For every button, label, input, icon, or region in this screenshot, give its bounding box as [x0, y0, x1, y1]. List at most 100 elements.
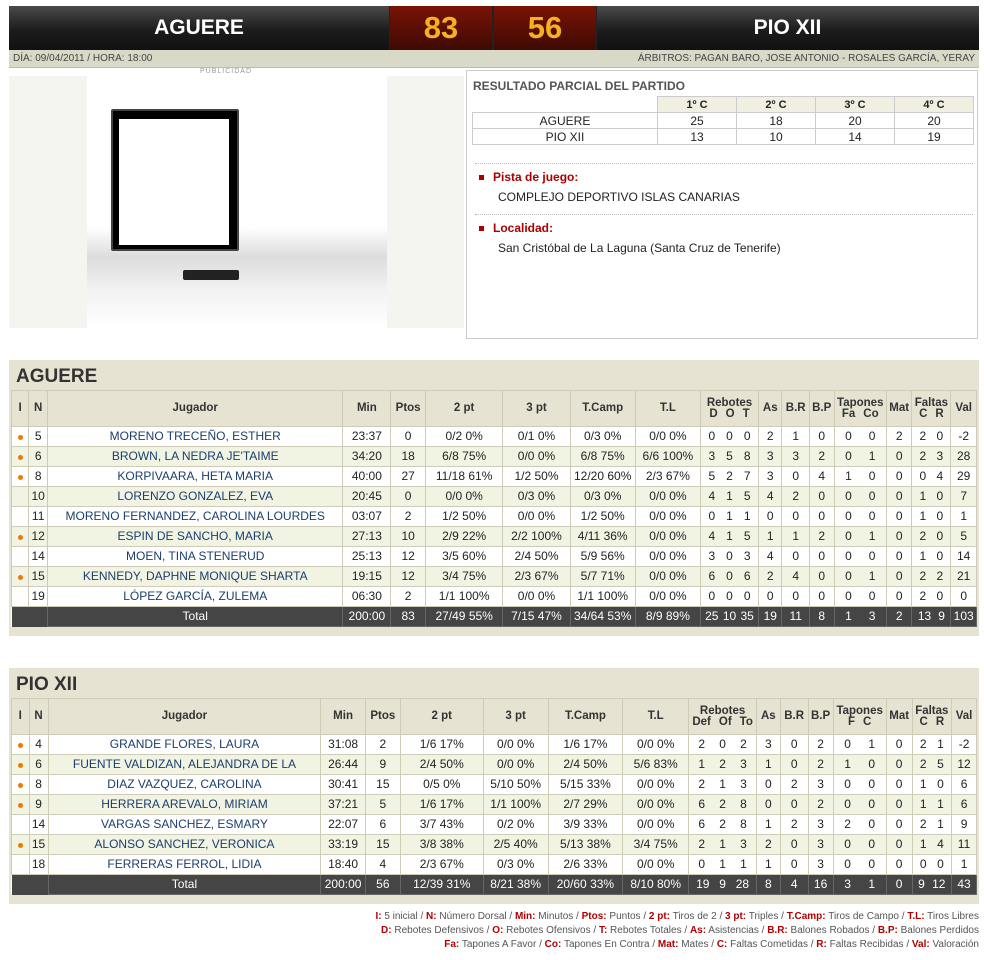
stat-val: 21: [950, 566, 977, 587]
col-header-rebounds-subheaders: DOT: [703, 408, 756, 420]
player-name[interactable]: LÓPEZ GARCÍA, ZULEMA: [47, 586, 344, 607]
rebound-d: 0: [708, 429, 716, 443]
partial-score: 14: [815, 128, 895, 145]
stat-fouls: 20: [911, 526, 952, 547]
player-name[interactable]: MORENO FERNANDEZ, CAROLINA LOURDES: [47, 506, 344, 527]
blocks-values: 00: [837, 510, 884, 522]
total-row: Total 200:00 83 27/49 55% 7/15 47% 34/64 53% 8…: [11, 606, 977, 627]
starter-indicator: [11, 834, 30, 855]
table-row[interactable]: 15 ALONSO SANCHEZ, VERONICA 33:19 15 3/8 38%…: [11, 834, 977, 855]
stat-fg: 4/11 36%: [569, 526, 636, 547]
table-row[interactable]: 9 HERRERA AREVALO, MIRIAM 37:21 5 1/6 17% 1/1…: [11, 794, 977, 815]
total-fouls-values: 13 9: [914, 610, 948, 622]
rebound-t: 8: [740, 797, 747, 811]
blocks-values: 00: [836, 838, 884, 850]
table-row[interactable]: 15 KENNEDY, DAPHNE MONIQUE SHARTA 19:15 12 3…: [10, 566, 977, 587]
player-name[interactable]: GRANDE FLORES, LAURA: [47, 734, 322, 755]
col-header-dunks-label: Mat: [889, 710, 910, 722]
foul-fc: 2: [919, 429, 927, 443]
partial-score: 13: [657, 128, 737, 145]
table-row[interactable]: 14 VARGAS SANCHEZ, ESMARY 22:07 6 3/7 43% 0/2…: [11, 814, 977, 835]
stat-fg: 2/7 29%: [547, 794, 624, 815]
stat-val: 9: [951, 814, 977, 835]
stat-bp: 4: [808, 466, 835, 487]
player-name[interactable]: FUENTE VALDIZAN, ALEJANDRA DE LA: [47, 754, 322, 775]
table-row[interactable]: 12 ESPIN DE SANCHO, MARIA 27:13 10 2/9 22% 2/…: [10, 526, 977, 547]
col-header-blocks-subheader: C: [863, 715, 872, 728]
col-header-fouls-subheader: R: [935, 715, 945, 728]
stat-fg: 1/1 100%: [569, 586, 636, 607]
table-row[interactable]: 19 LÓPEZ GARCÍA, ZULEMA 06:30 2 1/1 100% 0/0 …: [10, 586, 977, 607]
foul-fc: 0: [919, 857, 927, 871]
stat-min: 19:15: [342, 566, 392, 587]
table-row[interactable]: 6 BROWN, LA NEDRA JE'TAIME 34:20 18 6/8 75% 0…: [10, 446, 977, 467]
col-header-rebounds-subheader: Of: [718, 715, 732, 728]
stat-blocks: 00: [832, 774, 887, 795]
rebound-o: 0: [726, 549, 733, 563]
rebounds-values: 628: [691, 817, 754, 831]
legend-key: B.R:: [767, 925, 788, 936]
col-header-steals: B.R: [779, 698, 809, 735]
stat-as: 1: [755, 754, 781, 775]
stat-pts: 2: [364, 734, 401, 755]
fouls-values: 20: [914, 590, 948, 602]
player-name[interactable]: ALONSO SANCHEZ, VERONICA: [47, 834, 322, 855]
aguere-stats-table: I N Jugador Min Ptos 2 pt 3 pt T.Camp T.L Rebotes…: [10, 390, 977, 627]
advertisement-banner[interactable]: [9, 76, 464, 328]
col-header-free-throws: T.L: [622, 698, 690, 735]
rebound-t: 2: [740, 737, 747, 751]
rebounds-values: 000: [703, 590, 756, 602]
stat-two: 3/8 38%: [399, 834, 484, 855]
player-name[interactable]: KENNEDY, DAPHNE MONIQUE SHARTA: [47, 566, 344, 587]
player-name[interactable]: KORPIVAARA, HETA MARIA: [47, 466, 344, 487]
rebound-t: 1: [743, 509, 751, 523]
table-row[interactable]: 8 KORPIVAARA, HETA MARIA 40:00 27 11/18 61% 1…: [10, 466, 977, 487]
stat-br: 0: [779, 734, 809, 755]
table-row[interactable]: 6 FUENTE VALDIZAN, ALEJANDRA DE LA 26:44 9 2…: [11, 754, 977, 775]
foul-fr: 5: [937, 757, 944, 771]
starter-dot-icon: [17, 575, 23, 580]
col-header-blocks-label: Tapones: [836, 704, 883, 717]
rebound-t: 3: [743, 549, 751, 563]
player-name[interactable]: BROWN, LA NEDRA JE'TAIME: [47, 446, 344, 467]
starter-dot-icon: [17, 475, 23, 480]
total-fouls-values: 9 12: [915, 878, 950, 890]
stat-bp: 2: [808, 446, 835, 467]
stat-fouls: 10: [911, 506, 952, 527]
player-number: 14: [28, 546, 49, 567]
tv-advert-image[interactable]: [87, 76, 387, 328]
player-name[interactable]: VARGAS SANCHEZ, ESMARY: [47, 814, 322, 835]
player-name[interactable]: MORENO TRECEÑO, ESTHER: [47, 426, 344, 447]
total-rebound-o: 10: [722, 609, 737, 623]
rebound-d: 1: [698, 757, 706, 771]
table-row[interactable]: 8 DIAZ VAZQUEZ, CAROLINA 30:41 15 0/5 0% 5/10…: [11, 774, 977, 795]
foul-fr: 4: [937, 837, 944, 851]
table-row[interactable]: 14 MOEN, TINA STENERUD 25:13 12 3/5 60% 2/4 5…: [10, 546, 977, 567]
legend-key: Mat:: [657, 939, 679, 950]
col-header-points: Ptos: [390, 390, 426, 427]
player-name[interactable]: ESPIN DE SANCHO, MARIA: [47, 526, 344, 547]
player-name[interactable]: FERRERAS FERROL, LIDIA: [47, 854, 322, 875]
table-row[interactable]: 5 MORENO TRECEÑO, ESTHER 23:37 0 0/2 0% 0/1 0…: [10, 426, 977, 447]
legend-description: Rebotes Totales /: [607, 925, 690, 936]
stat-two: 2/3 67%: [399, 854, 484, 875]
player-name[interactable]: DIAZ VAZQUEZ, CAROLINA: [47, 774, 322, 795]
stat-rebounds: 527: [699, 466, 760, 487]
table-row[interactable]: 4 GRANDE FLORES, LAURA 31:08 2 1/6 17% 0/0 0%…: [11, 734, 977, 755]
player-name[interactable]: LORENZO GONZALEZ, EVA: [47, 486, 344, 507]
stat-br: 2: [779, 774, 809, 795]
player-name[interactable]: MOEN, TINA STENERUD: [47, 546, 344, 567]
rebound-t: 6: [743, 569, 751, 583]
stat-three: 2/3 67%: [502, 566, 571, 587]
stat-pts: 10: [390, 526, 426, 547]
starter-dot-icon: [17, 743, 23, 748]
table-row[interactable]: 10 LORENZO GONZALEZ, EVA 20:45 0 0/0 0% 0/3 0…: [10, 486, 977, 507]
table-row[interactable]: 11 MORENO FERNANDEZ, CAROLINA LOURDES 03:0…: [10, 506, 977, 527]
rebound-o: 2: [719, 817, 726, 831]
stat-pts: 9: [364, 754, 401, 775]
player-name[interactable]: HERRERA AREVALO, MIRIAM: [47, 794, 322, 815]
table-row[interactable]: 18 FERRERAS FERROL, LIDIA 18:40 4 2/3 67% 0/3…: [11, 854, 977, 875]
col-header-number: N: [28, 390, 49, 427]
total-bp: 16: [807, 874, 834, 895]
partial-team: AGUERE: [472, 112, 658, 129]
